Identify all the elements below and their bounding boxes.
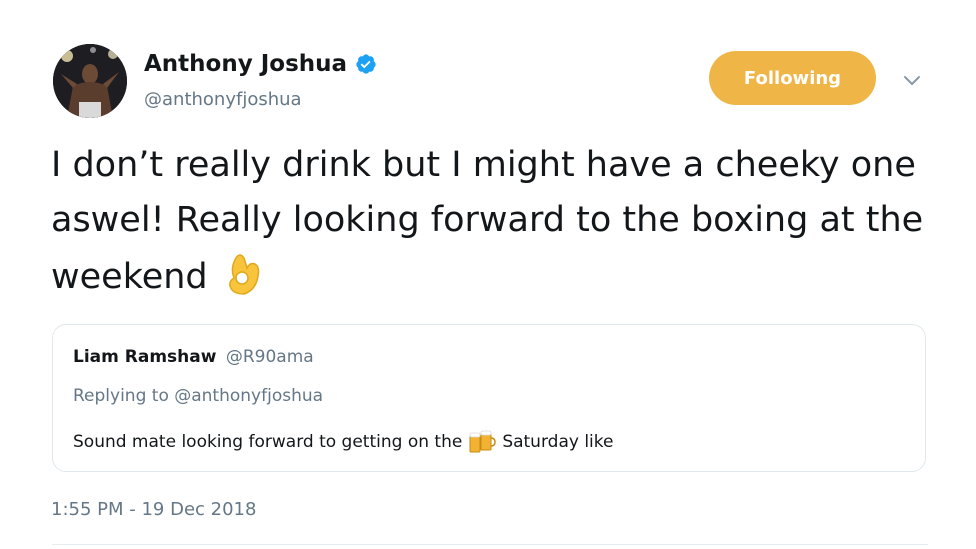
tweet-body: I don’t really drink but I might have a … [51, 145, 924, 297]
beer-mugs-icon [468, 430, 497, 454]
tweet-timestamp[interactable]: 1:55 PM - 19 Dec 2018 [51, 499, 256, 520]
avatar[interactable] [53, 44, 127, 118]
replying-to-text: Replying to @anthonyfjoshua [73, 386, 324, 406]
divider [52, 544, 928, 545]
chevron-down-icon[interactable] [903, 72, 921, 85]
tweet-text: I don’t really drink but I might have a … [51, 138, 931, 305]
avatar-image [53, 44, 127, 118]
quoted-author-handle: @R90ama [225, 347, 314, 367]
following-button[interactable]: Following [709, 51, 876, 105]
ok-hand-icon [220, 248, 268, 298]
quoted-author[interactable]: Liam Ramshaw @R90ama [73, 347, 314, 367]
quoted-text-after: Saturday like [502, 432, 614, 452]
author-handle[interactable]: @anthonyfjoshua [144, 89, 302, 110]
quoted-tweet-card[interactable]: Liam Ramshaw @R90ama Replying to @anthon… [52, 324, 926, 472]
quoted-text-before: Sound mate looking forward to getting on… [73, 432, 463, 452]
quoted-tweet-text: Sound mate looking forward to getting on… [73, 430, 613, 454]
quoted-author-name: Liam Ramshaw [73, 347, 217, 367]
author-display-name[interactable]: Anthony Joshua [144, 51, 347, 77]
verified-badge-icon [355, 53, 377, 75]
author-name-row[interactable]: Anthony Joshua [144, 48, 377, 80]
